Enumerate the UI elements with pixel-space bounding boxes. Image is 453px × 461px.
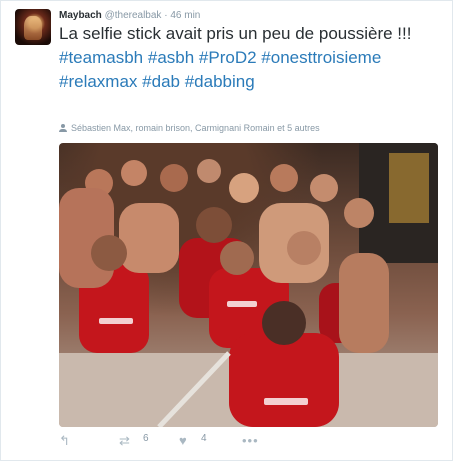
separator-dot: · [164,10,168,21]
avatar-figure [24,16,42,40]
hashtag-dab[interactable]: #dab [142,72,180,91]
tweet-photo[interactable] [59,143,438,427]
author-handle[interactable]: @therealbak [105,10,162,21]
hashtag-asbh[interactable]: #asbh [148,48,194,67]
reply-icon[interactable]: ↰ [59,433,70,449]
user-icon [59,124,67,132]
more-icon[interactable]: ••• [242,433,259,449]
like-count: 4 [201,433,207,444]
heart-icon[interactable]: ♥ [179,433,187,449]
tagged-users[interactable]: Sébastien Max, romain brison, Carmignani… [59,122,320,134]
selfie-illustration [59,143,438,427]
tweet-text-plain: La selfie stick avait pris un peu de pou… [59,24,412,43]
author-name[interactable]: Maybach [59,10,102,21]
tweet-card[interactable]: Maybach @therealbak · 46 min La selfie s… [0,0,453,461]
retweet-count: 6 [143,433,149,444]
tweet-text: La selfie stick avait pris un peu de pou… [59,22,444,94]
retweet-icon[interactable]: ⇄ [119,433,130,449]
author-avatar[interactable] [15,9,51,45]
hashtag-onesttroisieme[interactable]: #onesttroisieme [261,48,381,67]
hashtag-prod2[interactable]: #ProD2 [199,48,257,67]
hashtag-teamasbh[interactable]: #teamasbh [59,48,143,67]
hashtag-relaxmax[interactable]: #relaxmax [59,72,137,91]
hashtag-dabbing[interactable]: #dabbing [185,72,255,91]
tweet-timestamp[interactable]: 46 min [170,10,200,21]
tagged-users-label: Sébastien Max, romain brison, Carmignani… [71,123,320,133]
locker-door [389,153,429,223]
